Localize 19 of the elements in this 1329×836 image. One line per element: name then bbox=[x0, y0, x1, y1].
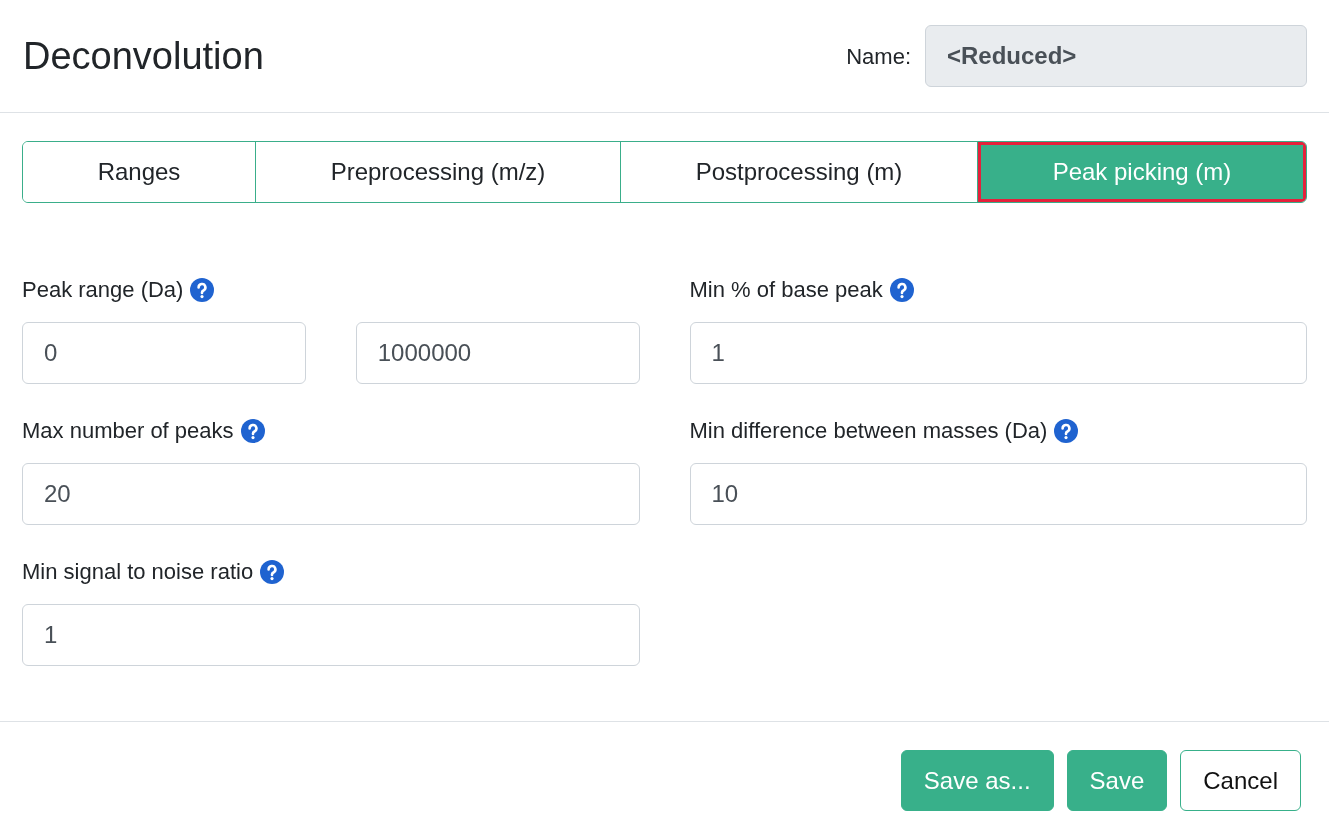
dialog-title: Deconvolution bbox=[23, 37, 264, 75]
field-label: Peak range (Da) bbox=[22, 276, 184, 304]
field-label: Min difference between masses (Da) bbox=[689, 417, 1048, 445]
input-field[interactable]: 1 bbox=[22, 604, 640, 666]
name-label: Name: bbox=[846, 42, 911, 71]
dialog-button[interactable]: Cancel bbox=[1180, 750, 1301, 811]
help-icon[interactable] bbox=[1054, 419, 1079, 443]
input-field[interactable]: 1000000 bbox=[355, 322, 640, 384]
help-icon[interactable] bbox=[240, 419, 265, 443]
input-field[interactable]: 1 bbox=[689, 322, 1307, 384]
help-icon[interactable] bbox=[260, 560, 285, 584]
field-label: Min signal to noise ratio bbox=[22, 558, 254, 586]
field-label: Min % of base peak bbox=[689, 276, 883, 304]
input-field[interactable]: 20 bbox=[22, 463, 640, 525]
input-field[interactable]: 0 bbox=[22, 322, 306, 384]
help-icon[interactable] bbox=[889, 278, 914, 302]
help-icon[interactable] bbox=[190, 278, 215, 302]
field-label: Max number of peaks bbox=[22, 417, 234, 445]
input-field[interactable]: 10 bbox=[689, 463, 1307, 525]
